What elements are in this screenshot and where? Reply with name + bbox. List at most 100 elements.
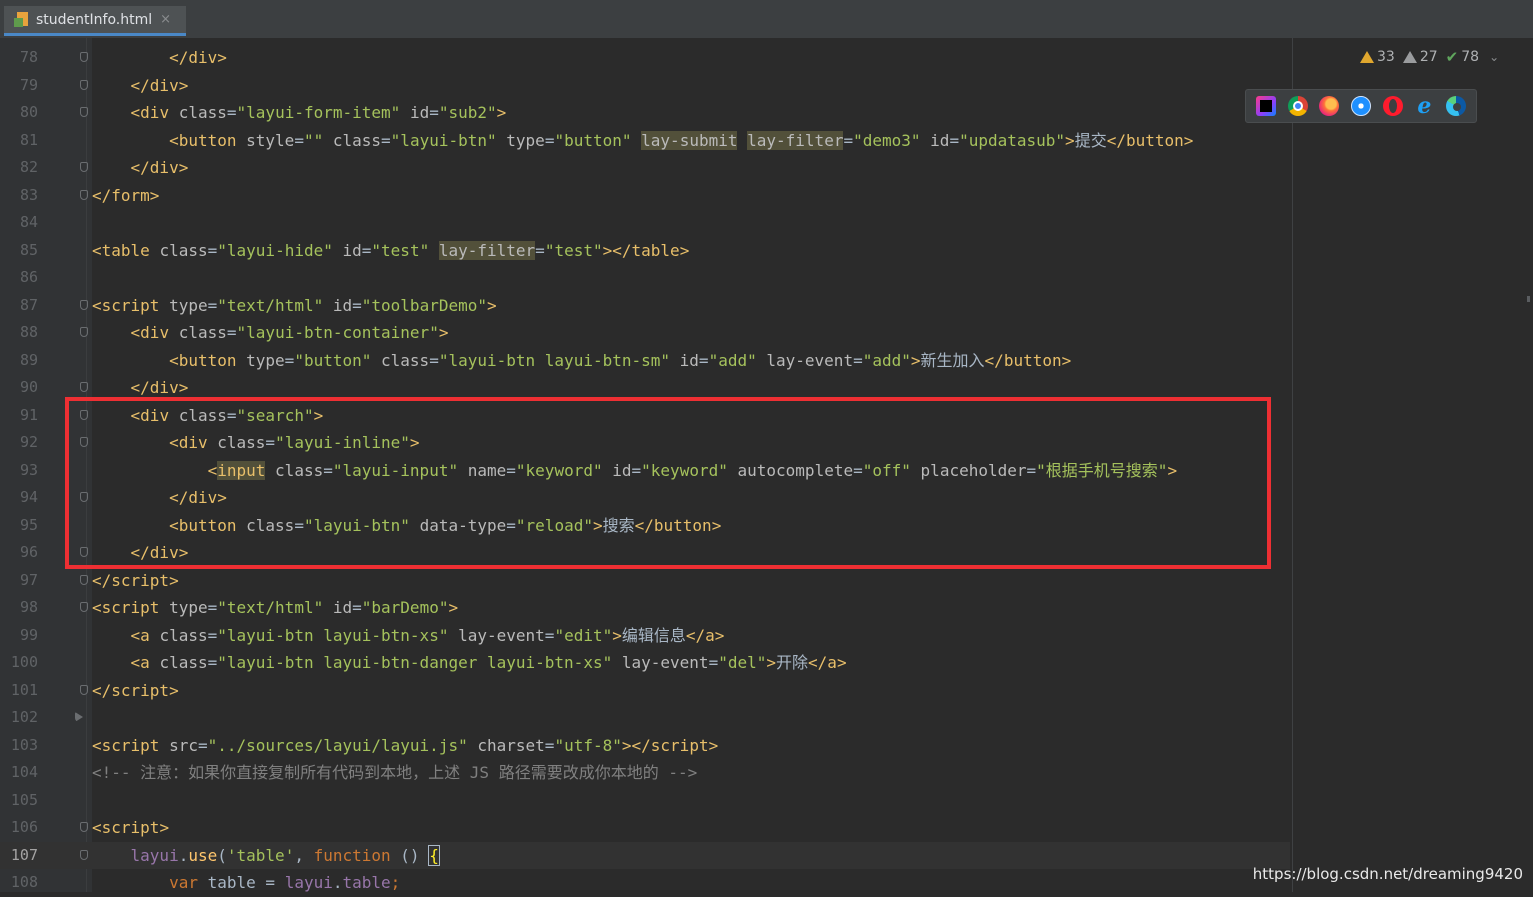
code-text: <a class="layui-btn layui-btn-xs" lay-ev… <box>130 625 725 645</box>
chrome-icon[interactable] <box>1287 96 1308 116</box>
weak-warnings-count[interactable]: 27 <box>1402 49 1438 65</box>
code-text: </div> <box>130 378 189 397</box>
inspection-widget[interactable]: 33 27 ✔ 78 ⌄ <box>1360 46 1499 68</box>
line-number: 86 <box>19 268 38 286</box>
code-text: </div> <box>130 158 189 177</box>
expand-arrow-icon[interactable] <box>75 712 83 722</box>
fold-marker-icon[interactable] <box>80 107 88 117</box>
close-tab-icon[interactable]: × <box>160 12 171 27</box>
line-number: 80 <box>19 103 38 121</box>
edge-icon[interactable] <box>1446 96 1467 116</box>
code-text: <button class="layui-btn" data-type="rel… <box>169 515 722 535</box>
code-line[interactable]: 86 <box>0 264 1290 292</box>
code-line[interactable]: 101 </script> <box>0 677 1290 705</box>
code-text: <div class="search"> <box>130 405 324 425</box>
fold-marker-icon[interactable] <box>80 409 88 420</box>
tab-studentinfo-html[interactable]: studentInfo.html × <box>4 6 186 36</box>
code-text: </div> <box>130 75 189 95</box>
line-number: 106 <box>10 818 38 836</box>
fold-marker-icon[interactable] <box>80 547 88 557</box>
line-number: 108 <box>10 873 38 891</box>
code-line[interactable]: 96 </div> <box>0 539 1290 567</box>
intellij-idea-icon[interactable] <box>1255 96 1276 116</box>
code-line[interactable]: 81 <button style="" class="layui-btn" ty… <box>0 127 1290 155</box>
code-line[interactable]: 108 var table = layui.table; <box>0 869 1290 897</box>
code-line[interactable]: 79 </div> <box>0 72 1290 100</box>
line-number: 98 <box>19 598 38 616</box>
code-editor[interactable]: 78 </div> 79 </div> 80 <div class="layui… <box>0 38 1533 892</box>
warnings-count[interactable]: 33 <box>1360 49 1395 65</box>
fold-marker-icon[interactable] <box>80 849 88 860</box>
browser-preview-bar: e <box>1245 89 1477 123</box>
code-text: <div class="layui-inline"> <box>169 433 420 452</box>
line-number: 85 <box>19 240 38 259</box>
line-number: 96 <box>19 543 38 561</box>
line-number: 87 <box>19 295 38 314</box>
line-number: 89 <box>19 350 38 369</box>
fold-marker-icon[interactable] <box>80 602 88 612</box>
fold-marker-icon[interactable] <box>80 52 88 62</box>
code-line[interactable]: 88 <div class="layui-btn-container"> <box>0 319 1290 347</box>
fold-marker-icon[interactable] <box>80 189 88 200</box>
code-text: layui.use('table', function () { <box>130 844 440 866</box>
fold-marker-icon[interactable] <box>80 492 88 502</box>
code-line[interactable]: 90 </div> <box>0 374 1290 402</box>
code-line[interactable]: 83 </form> <box>0 182 1290 210</box>
code-line[interactable]: 78 </div> <box>0 44 1290 72</box>
code-line[interactable]: 106 <script> <box>0 814 1290 842</box>
line-number: 94 <box>19 488 38 506</box>
code-line[interactable]: 100 <a class="layui-btn layui-btn-danger… <box>0 649 1290 677</box>
code-line[interactable]: 92 <div class="layui-inline"> <box>0 429 1290 457</box>
opera-icon[interactable] <box>1382 96 1403 116</box>
fold-marker-icon[interactable] <box>80 79 88 90</box>
fold-marker-icon[interactable] <box>80 684 88 695</box>
code-line[interactable]: 105 <box>0 787 1290 815</box>
fold-marker-icon[interactable] <box>80 382 88 392</box>
fold-marker-icon[interactable] <box>80 574 88 585</box>
code-line[interactable]: 84 <box>0 209 1290 237</box>
code-line[interactable]: 98 <script type="text/html" id="barDemo"… <box>0 594 1290 622</box>
chevron-down-icon[interactable]: ⌄ <box>1489 50 1499 64</box>
warning-icon <box>1360 51 1374 63</box>
html-file-icon <box>14 11 30 28</box>
code-text: <script src="../sources/layui/layui.js" … <box>92 735 719 755</box>
current-code-line[interactable]: 107 layui.use('table', function () { <box>0 841 1290 869</box>
typos-count[interactable]: ✔ 78 <box>1446 48 1479 66</box>
fold-marker-icon[interactable] <box>80 299 88 310</box>
line-number: 92 <box>19 433 38 451</box>
code-line[interactable]: 103 <script src="../sources/layui/layui.… <box>0 732 1290 760</box>
line-number: 104 <box>10 763 38 781</box>
code-line[interactable]: 95 <button class="layui-btn" data-type="… <box>0 512 1290 540</box>
code-line[interactable]: 93 <input class="layui-input" name="keyw… <box>0 457 1290 485</box>
code-line[interactable]: 85 <table class="layui-hide" id="test" l… <box>0 237 1290 265</box>
code-line[interactable]: 82 </div> <box>0 154 1290 182</box>
fold-marker-icon[interactable] <box>80 822 88 832</box>
weak-warning-icon <box>1402 51 1417 63</box>
fold-marker-icon[interactable] <box>80 162 88 172</box>
editor-tab-bar: studentInfo.html × <box>0 0 1533 39</box>
internet-explorer-icon[interactable]: e <box>1414 95 1434 117</box>
line-number: 100 <box>10 653 38 671</box>
code-line[interactable]: 94 </div> <box>0 484 1290 512</box>
code-text: <script> <box>92 818 170 837</box>
code-text: </script> <box>92 570 179 590</box>
code-line[interactable]: 99 <a class="layui-btn layui-btn-xs" lay… <box>0 622 1290 650</box>
code-line[interactable]: 80 <div class="layui-form-item" id="sub2… <box>0 99 1290 127</box>
code-line[interactable]: 102 <box>0 704 1290 732</box>
code-text: <div class="layui-btn-container"> <box>130 323 449 342</box>
code-line[interactable]: 89 <button type="button" class="layui-bt… <box>0 347 1290 375</box>
code-text: <script type="text/html" id="toolbarDemo… <box>92 295 497 315</box>
safari-icon[interactable] <box>1350 96 1371 116</box>
watermark-url: https://blog.csdn.net/dreaming9420 <box>1252 865 1523 883</box>
scrollbar-marker[interactable] <box>1527 296 1530 302</box>
code-line[interactable]: 97 </script> <box>0 567 1290 595</box>
code-line[interactable]: 87 <script type="text/html" id="toolbarD… <box>0 292 1290 320</box>
fold-marker-icon[interactable] <box>80 327 88 337</box>
code-text: </div> <box>169 488 227 507</box>
code-line[interactable]: 91 <div class="search"> <box>0 402 1290 430</box>
code-line[interactable]: 104 <!-- 注意：如果你直接复制所有代码到本地，上述 JS 路径需要改成你… <box>0 759 1290 787</box>
line-number: 82 <box>19 158 38 176</box>
firefox-icon[interactable] <box>1319 96 1340 116</box>
line-number: 78 <box>19 48 38 66</box>
fold-marker-icon[interactable] <box>80 437 88 447</box>
